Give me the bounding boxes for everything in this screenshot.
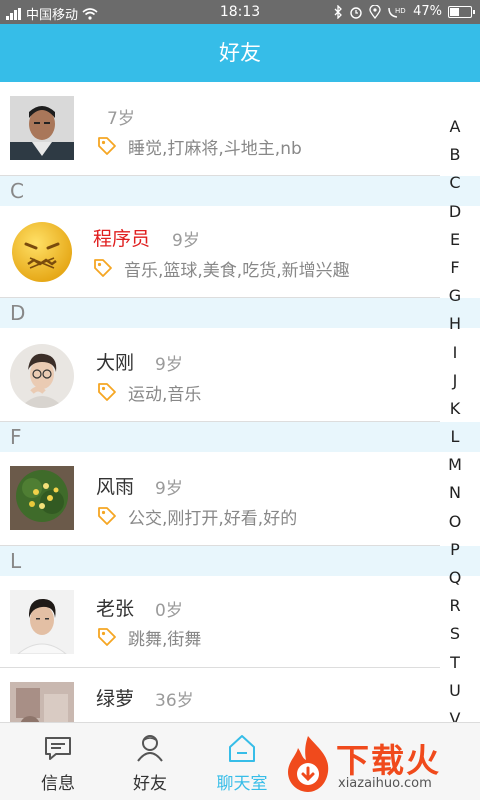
avatar[interactable] xyxy=(10,220,74,284)
bluetooth-icon xyxy=(334,4,343,19)
friend-tags: 睡觉,打麻将,斗地主,nb xyxy=(128,139,302,159)
chatroom-home-icon xyxy=(229,735,255,762)
section-letter: L xyxy=(10,549,22,573)
index-letter-s[interactable]: S xyxy=(442,620,468,648)
friend-name: 程序员 xyxy=(93,228,151,250)
fire-logo-icon xyxy=(288,736,329,792)
tab-friends[interactable]: 好友 xyxy=(102,723,198,800)
alphabet-index-bar[interactable]: A B C D E F G H I J K L M N O P Q R S T … xyxy=(442,113,468,733)
friend-name: 老张 xyxy=(96,598,135,620)
page-title: 好友 xyxy=(219,41,261,65)
status-bar: 中国移动 18:13 HD 47% xyxy=(0,0,480,24)
hd-call-icon: HD xyxy=(388,7,406,18)
avatar[interactable] xyxy=(10,96,74,160)
watermark-logo: 下载火 xiazaihuo.com xyxy=(282,732,480,800)
section-header-c: C xyxy=(0,176,480,206)
index-letter-j[interactable]: J xyxy=(442,367,468,395)
index-letter-o[interactable]: O xyxy=(442,508,468,536)
friends-icon xyxy=(137,735,163,762)
index-letter-r[interactable]: R xyxy=(442,592,468,620)
friend-name: 风雨 xyxy=(96,476,135,498)
index-letter-n[interactable]: N xyxy=(442,479,468,507)
friend-name: 绿萝 xyxy=(96,688,135,710)
index-letter-e[interactable]: E xyxy=(442,226,468,254)
friend-list-item[interactable]: 老张 0岁 跳舞,街舞 xyxy=(0,576,480,668)
avatar[interactable] xyxy=(10,590,74,654)
location-icon xyxy=(369,4,381,19)
friend-list-item[interactable]: 7岁 睡觉,打麻将,斗地主,nb xyxy=(0,82,480,176)
friend-age: 7岁 xyxy=(107,109,135,129)
index-letter-a[interactable]: A xyxy=(442,113,468,141)
friend-age: 9岁 xyxy=(155,479,183,499)
alarm-icon xyxy=(350,6,362,19)
friend-tags: 运动,音乐 xyxy=(128,385,202,405)
friend-age: 9岁 xyxy=(172,231,200,251)
section-header-f: F xyxy=(0,422,480,452)
section-header-l: L xyxy=(0,546,480,576)
avatar[interactable] xyxy=(10,682,74,722)
tab-chatroom[interactable]: 聊天室 xyxy=(194,723,290,800)
friend-list[interactable]: 7岁 睡觉,打麻将,斗地主,nb C 程序员 9岁 音乐,篮球,美食,吃货,新增… xyxy=(0,82,480,722)
avatar[interactable] xyxy=(10,466,74,530)
watermark-url: xiazaihuo.com xyxy=(338,776,432,791)
index-letter-m[interactable]: M xyxy=(442,451,468,479)
friend-tags: 跳舞,街舞 xyxy=(128,630,202,650)
tag-icon xyxy=(98,507,116,525)
message-icon xyxy=(45,737,71,760)
index-letter-u[interactable]: U xyxy=(442,677,468,705)
tab-label: 好友 xyxy=(133,774,167,794)
tag-icon xyxy=(94,259,112,277)
watermark-text: 下载火 xyxy=(336,741,441,780)
section-header-d: D xyxy=(0,298,480,328)
index-letter-f[interactable]: F xyxy=(442,254,468,282)
friend-tags: 公交,刚打开,好看,好的 xyxy=(128,509,298,529)
index-letter-g[interactable]: G xyxy=(442,282,468,310)
index-letter-c[interactable]: C xyxy=(442,169,468,197)
battery-icon xyxy=(448,5,475,18)
friend-age: 36岁 xyxy=(155,691,194,711)
svg-text:HD: HD xyxy=(395,7,406,15)
friend-tags: 音乐,篮球,美食,吃货,新增兴趣 xyxy=(124,261,350,281)
top-nav-bar: 好友 xyxy=(0,24,480,82)
battery-percent: 47% xyxy=(413,4,442,19)
index-letter-l[interactable]: L xyxy=(442,423,468,451)
section-letter: D xyxy=(10,301,26,325)
avatar[interactable] xyxy=(10,344,74,408)
index-letter-k[interactable]: K xyxy=(442,395,468,423)
tab-label: 聊天室 xyxy=(216,774,268,794)
friend-list-item[interactable]: 大刚 9岁 运动,音乐 xyxy=(0,328,480,422)
section-letter: F xyxy=(10,425,22,449)
friend-list-item[interactable]: 绿萝 36岁 xyxy=(0,668,480,722)
index-letter-q[interactable]: Q xyxy=(442,564,468,592)
friend-list-item[interactable]: 程序员 9岁 音乐,篮球,美食,吃货,新增兴趣 xyxy=(0,206,480,298)
tag-icon xyxy=(98,383,116,401)
friend-age: 9岁 xyxy=(155,355,183,375)
friend-age: 0岁 xyxy=(155,601,183,621)
tab-label: 信息 xyxy=(41,774,75,794)
tag-icon xyxy=(98,628,116,646)
index-letter-i[interactable]: I xyxy=(442,339,468,367)
index-letter-p[interactable]: P xyxy=(442,536,468,564)
friend-list-item[interactable]: 风雨 9岁 公交,刚打开,好看,好的 xyxy=(0,452,480,546)
index-letter-d[interactable]: D xyxy=(442,198,468,226)
index-letter-t[interactable]: T xyxy=(442,649,468,677)
index-letter-b[interactable]: B xyxy=(442,141,468,169)
index-letter-h[interactable]: H xyxy=(442,310,468,338)
tag-icon xyxy=(98,137,116,155)
friend-name: 大刚 xyxy=(96,352,135,374)
tab-messages[interactable]: 信息 xyxy=(10,723,106,800)
section-letter: C xyxy=(10,179,24,203)
